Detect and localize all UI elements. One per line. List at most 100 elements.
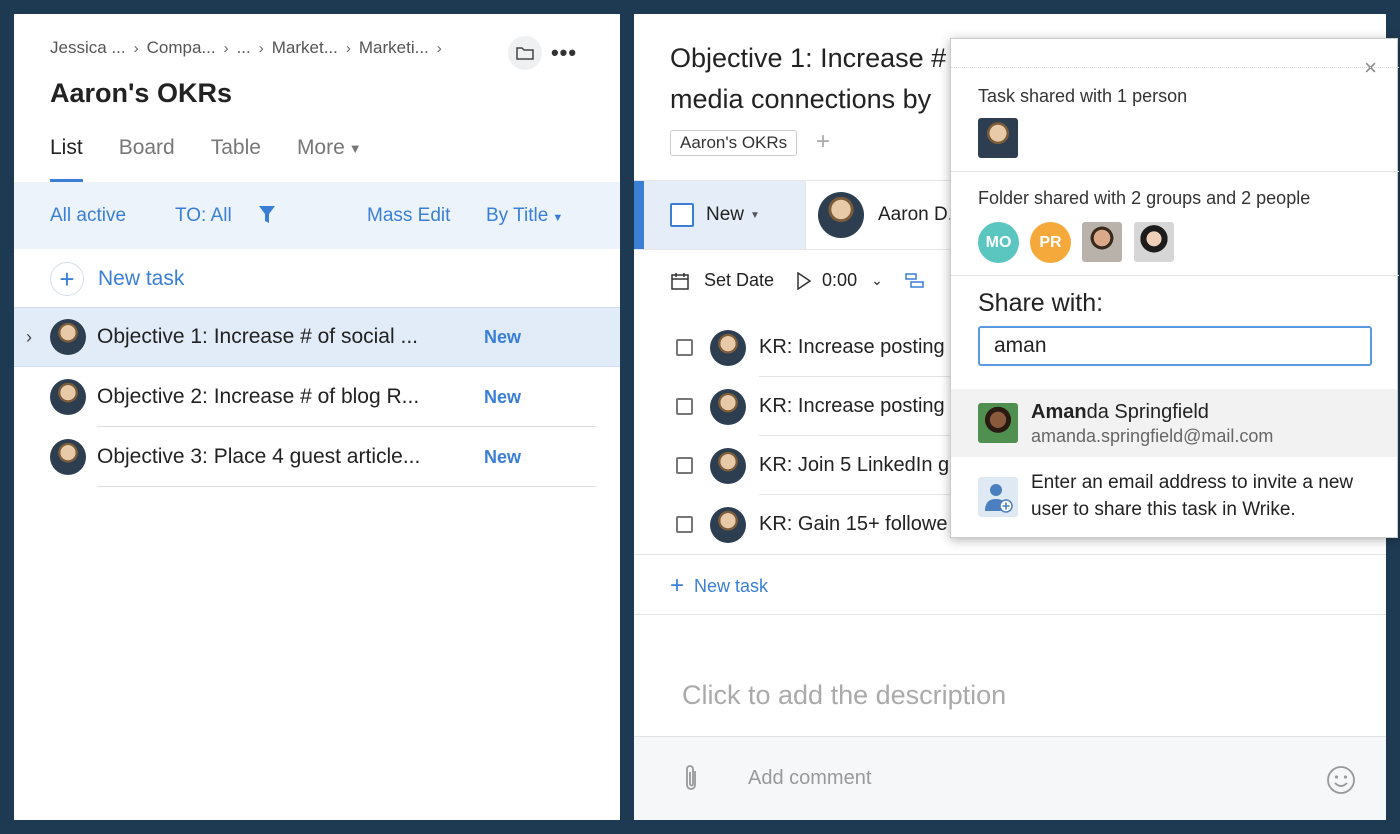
add-user-icon <box>978 477 1018 517</box>
view-tabs: List Board Table More ▼ <box>50 136 398 182</box>
timer-button[interactable]: 0:00 ⌄ <box>796 270 883 291</box>
task-row[interactable]: Objective 3: Place 4 guest article... Ne… <box>14 427 620 487</box>
breadcrumb-item[interactable]: Marketi... <box>359 38 429 58</box>
subtask-checkbox[interactable] <box>676 339 693 356</box>
group-avatar[interactable]: MO <box>978 222 1019 263</box>
divider <box>805 181 806 249</box>
task-list: › Objective 1: Increase # of social ... … <box>14 307 620 487</box>
add-folder-button[interactable]: + <box>816 128 830 156</box>
description-placeholder[interactable]: Click to add the description <box>682 680 1006 711</box>
folder-shared-label: Folder shared with 2 groups and 2 people <box>978 188 1311 208</box>
gantt-button[interactable] <box>905 272 925 290</box>
task-row[interactable]: Objective 2: Increase # of blog R... New <box>14 367 620 427</box>
status-badge: New <box>484 446 522 467</box>
emoji-icon[interactable] <box>1326 765 1356 800</box>
avatar[interactable] <box>978 118 1018 158</box>
set-date-button[interactable]: Set Date <box>670 270 774 291</box>
avatar[interactable] <box>1082 222 1122 262</box>
task-row[interactable]: › Objective 1: Increase # of social ... … <box>14 307 620 367</box>
avatar <box>50 319 86 355</box>
tab-table[interactable]: Table <box>211 136 261 180</box>
avatar[interactable] <box>1134 222 1174 262</box>
mass-edit-button[interactable]: Mass Edit <box>367 205 450 227</box>
folder-chip[interactable]: Aaron's OKRs <box>670 130 798 156</box>
tab-label: Table <box>210 136 261 159</box>
paperclip-icon[interactable] <box>682 763 700 798</box>
share-with-label: Share with: <box>978 289 1104 317</box>
gantt-icon <box>905 272 924 288</box>
new-task-button[interactable]: + New task <box>50 262 184 296</box>
subtask-title[interactable]: KR: Gain 15+ followe <box>759 513 947 536</box>
tab-board[interactable]: Board <box>119 136 175 180</box>
chevron-right-icon: › <box>223 39 229 57</box>
set-date-label: Set Date <box>704 270 775 290</box>
comment-bar: Add comment <box>634 736 1386 820</box>
caret-down-icon: ▼ <box>552 212 564 224</box>
sort-label: By Title <box>486 205 549 226</box>
task-title-line: Objective 1: Increase # <box>670 43 947 73</box>
filter-icon[interactable] <box>258 205 276 231</box>
name-match: Aman <box>1031 401 1087 423</box>
breadcrumb-item[interactable]: ... <box>237 38 251 58</box>
chevron-right-icon: › <box>345 39 351 57</box>
status-label: New <box>706 204 745 225</box>
task-title[interactable]: Objective 1: Increase # of social ... <box>97 325 418 349</box>
avatar <box>818 192 864 238</box>
comment-input[interactable]: Add comment <box>748 767 871 790</box>
chevron-down-icon: ⌄ <box>871 272 883 288</box>
assignee-chip[interactable]: Aaron D. <box>818 192 953 238</box>
plus-icon: + <box>50 262 84 296</box>
avatar <box>710 506 746 543</box>
more-options-icon[interactable]: ••• <box>551 36 576 70</box>
task-title[interactable]: Objective 2: Increase # of blog R... <box>97 385 419 409</box>
share-search-input[interactable] <box>978 326 1372 366</box>
subtask-title[interactable]: KR: Increase posting <box>759 336 945 359</box>
task-toolbar: Set Date 0:00 ⌄ <box>670 270 947 291</box>
tab-label: Board <box>118 136 175 159</box>
group-avatar[interactable]: PR <box>1030 222 1071 263</box>
avatar <box>710 447 746 484</box>
avatar <box>978 403 1018 443</box>
folder-panel: Jessica ... › Compa... › ... › Market...… <box>14 14 620 820</box>
subtask-title[interactable]: KR: Increase posting <box>759 395 945 418</box>
subtask-title[interactable]: KR: Join 5 LinkedIn g <box>759 454 949 477</box>
invite-user-option[interactable]: Enter an email address to invite a new u… <box>951 457 1397 537</box>
folder-button[interactable] <box>508 36 542 70</box>
chevron-right-icon: › <box>436 39 442 57</box>
task-title[interactable]: Objective 3: Place 4 guest article... <box>97 445 420 469</box>
assignee-filter[interactable]: TO: All <box>175 205 232 227</box>
play-icon <box>797 271 812 290</box>
tab-more[interactable]: More ▼ <box>297 136 362 180</box>
assignee-name: Aaron D. <box>878 204 953 225</box>
subtask-checkbox[interactable] <box>676 516 693 533</box>
subtask-checkbox[interactable] <box>676 398 693 415</box>
status-filter[interactable]: All active <box>50 205 126 227</box>
task-shared-section: Task shared with 1 person <box>951 67 1399 172</box>
caret-down-icon: ▼ <box>750 209 760 221</box>
divider <box>634 614 1386 615</box>
expand-chevron-icon[interactable]: › <box>26 327 32 348</box>
folder-shared-section: Folder shared with 2 groups and 2 people… <box>951 172 1399 276</box>
timer-value: 0:00 <box>822 270 858 290</box>
new-subtask-button[interactable]: + New task <box>670 572 768 600</box>
user-suggestion[interactable]: Amanda Springfield amanda.springfield@ma… <box>951 389 1397 457</box>
task-title-heading[interactable]: Objective 1: Increase # media connection… <box>670 38 970 120</box>
filter-bar: All active TO: All Mass Edit By Title ▼ <box>14 182 620 249</box>
status-badge: New <box>484 326 522 347</box>
subtask-checkbox[interactable] <box>676 457 693 474</box>
status-badge: New <box>484 386 522 407</box>
sort-dropdown[interactable]: By Title ▼ <box>486 205 563 227</box>
avatar <box>710 329 746 366</box>
breadcrumb-item[interactable]: Market... <box>272 38 338 58</box>
status-dropdown[interactable]: New ▼ <box>634 181 806 249</box>
divider <box>97 486 596 487</box>
tab-label: List <box>50 136 83 159</box>
avatar <box>710 388 746 425</box>
breadcrumb-item[interactable]: Jessica ... <box>50 38 126 58</box>
share-popover: × Task shared with 1 person Folder share… <box>950 38 1399 538</box>
tab-list[interactable]: List <box>50 136 83 182</box>
complete-checkbox[interactable] <box>670 203 694 227</box>
avatar <box>50 439 86 475</box>
breadcrumb-item[interactable]: Compa... <box>147 38 216 58</box>
suggestion-name: Amanda Springfield <box>1031 401 1209 424</box>
